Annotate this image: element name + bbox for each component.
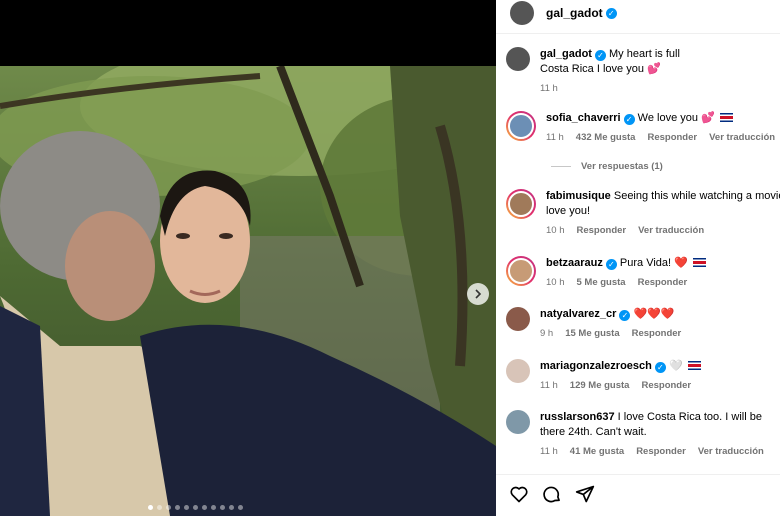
verified-icon: ✓	[605, 7, 617, 19]
costa-rica-flag-icon	[719, 113, 733, 122]
carousel-dot	[220, 505, 225, 510]
comment-time[interactable]: 11 h	[540, 444, 558, 459]
post-header: gal_gadot ✓	[496, 0, 780, 26]
comment-time[interactable]: 11 h	[540, 378, 558, 393]
comment-text: We love you 💕	[637, 112, 715, 124]
view-replies-button[interactable]: Ver respuestas (1)	[551, 161, 663, 172]
post-actions	[509, 484, 595, 504]
caption-line2: Costa Rica I love you 💕	[540, 63, 661, 75]
carousel-dot	[157, 505, 162, 510]
comment-time[interactable]: 11 h	[546, 130, 564, 145]
avatar[interactable]	[510, 1, 534, 25]
view-replies-label: Ver respuestas (1)	[581, 161, 663, 172]
like-count[interactable]: 41 Me gusta	[570, 444, 624, 459]
reply-button[interactable]: Responder	[641, 378, 691, 393]
comment-item: betzaarauz ✓ Pura Vida! ❤️ 10 h 5 Me gust…	[506, 256, 780, 290]
comment-text: 🤍	[668, 360, 683, 372]
comments-panel: gal_gadot ✓ gal_gadot ✓ My heart is full …	[496, 0, 780, 516]
comment-username[interactable]: mariagonzalezroesch	[540, 360, 652, 372]
comment-username[interactable]: fabimusique	[546, 190, 611, 202]
verified-icon: ✓	[623, 114, 635, 125]
carousel-dot	[166, 505, 171, 510]
comment-item: natyalvarez_cr ✓ ❤️❤️❤️ 9 h 15 Me gusta R…	[506, 307, 780, 341]
selfie-photo	[0, 66, 496, 516]
comment-username[interactable]: betzaarauz	[546, 257, 603, 269]
comment-text: ❤️❤️❤️	[633, 308, 675, 320]
comment-time[interactable]: 10 h	[546, 275, 565, 290]
photo-illustration	[0, 66, 496, 516]
like-count[interactable]: 5 Me gusta	[577, 275, 626, 290]
reply-button[interactable]: Responder	[632, 326, 682, 341]
carousel-indicator	[148, 505, 243, 510]
like-count[interactable]: 432 Me gusta	[576, 130, 636, 145]
reply-button[interactable]: Responder	[636, 444, 686, 459]
translate-button[interactable]: Ver traducción	[698, 444, 764, 459]
divider	[496, 474, 780, 475]
costa-rica-flag-icon	[692, 258, 706, 267]
comment-username[interactable]: sofia_chaverri	[546, 112, 621, 124]
verified-icon: ✓	[654, 362, 666, 373]
comment-time[interactable]: 9 h	[540, 326, 553, 341]
avatar[interactable]	[506, 359, 530, 383]
post-username[interactable]: gal_gadot	[546, 6, 603, 20]
translate-button[interactable]: Ver traducción	[638, 223, 704, 238]
carousel-dot	[193, 505, 198, 510]
verified-icon: ✓	[605, 259, 617, 270]
reply-button[interactable]: Responder	[638, 275, 688, 290]
avatar[interactable]	[506, 256, 536, 286]
avatar[interactable]	[506, 189, 536, 219]
carousel-dot	[211, 505, 216, 510]
carousel-dot	[238, 505, 243, 510]
chevron-right-icon	[475, 289, 482, 299]
heart-icon[interactable]	[509, 484, 529, 504]
translate-button[interactable]: Ver traducción	[709, 130, 775, 145]
divider	[551, 166, 571, 167]
carousel-dot	[184, 505, 189, 510]
comment-username[interactable]: russlarson637	[540, 411, 615, 423]
carousel-dot	[229, 505, 234, 510]
avatar[interactable]	[506, 410, 530, 434]
caption-username[interactable]: gal_gadot	[540, 48, 592, 60]
caption: gal_gadot ✓ My heart is full Costa Rica I…	[506, 47, 780, 96]
comment-time[interactable]: 10 h	[546, 223, 565, 238]
carousel-dot	[202, 505, 207, 510]
post-media	[0, 0, 496, 516]
comment-username[interactable]: natyalvarez_cr	[540, 308, 616, 320]
comment-item: fabimusique Seeing this while watching a…	[506, 189, 780, 238]
caption-line1: My heart is full	[609, 48, 680, 60]
share-icon[interactable]	[575, 484, 595, 504]
avatar[interactable]	[506, 307, 530, 331]
comment-icon[interactable]	[542, 484, 562, 504]
comment-text: Pura Vida! ❤️	[619, 257, 688, 269]
reply-button[interactable]: Responder	[647, 130, 697, 145]
caption-time[interactable]: 11 h	[540, 81, 558, 96]
carousel-next-button[interactable]	[467, 283, 489, 305]
costa-rica-flag-icon	[687, 361, 701, 370]
comment-item: sofia_chaverri ✓ We love you 💕 11 h 432 M…	[506, 111, 780, 145]
like-count[interactable]: 15 Me gusta	[565, 326, 619, 341]
verified-icon: ✓	[594, 50, 606, 61]
reply-button[interactable]: Responder	[577, 223, 627, 238]
carousel-dot	[175, 505, 180, 510]
avatar[interactable]	[506, 111, 536, 141]
avatar[interactable]	[506, 47, 530, 71]
like-count[interactable]: 129 Me gusta	[570, 378, 630, 393]
divider	[496, 33, 780, 34]
carousel-dot	[148, 505, 153, 510]
verified-icon: ✓	[619, 310, 631, 321]
comment-item: russlarson637 I love Costa Rica too. I w…	[506, 410, 780, 459]
comment-item: mariagonzalezroesch ✓ 🤍 11 h 129 Me gusta…	[506, 359, 780, 393]
